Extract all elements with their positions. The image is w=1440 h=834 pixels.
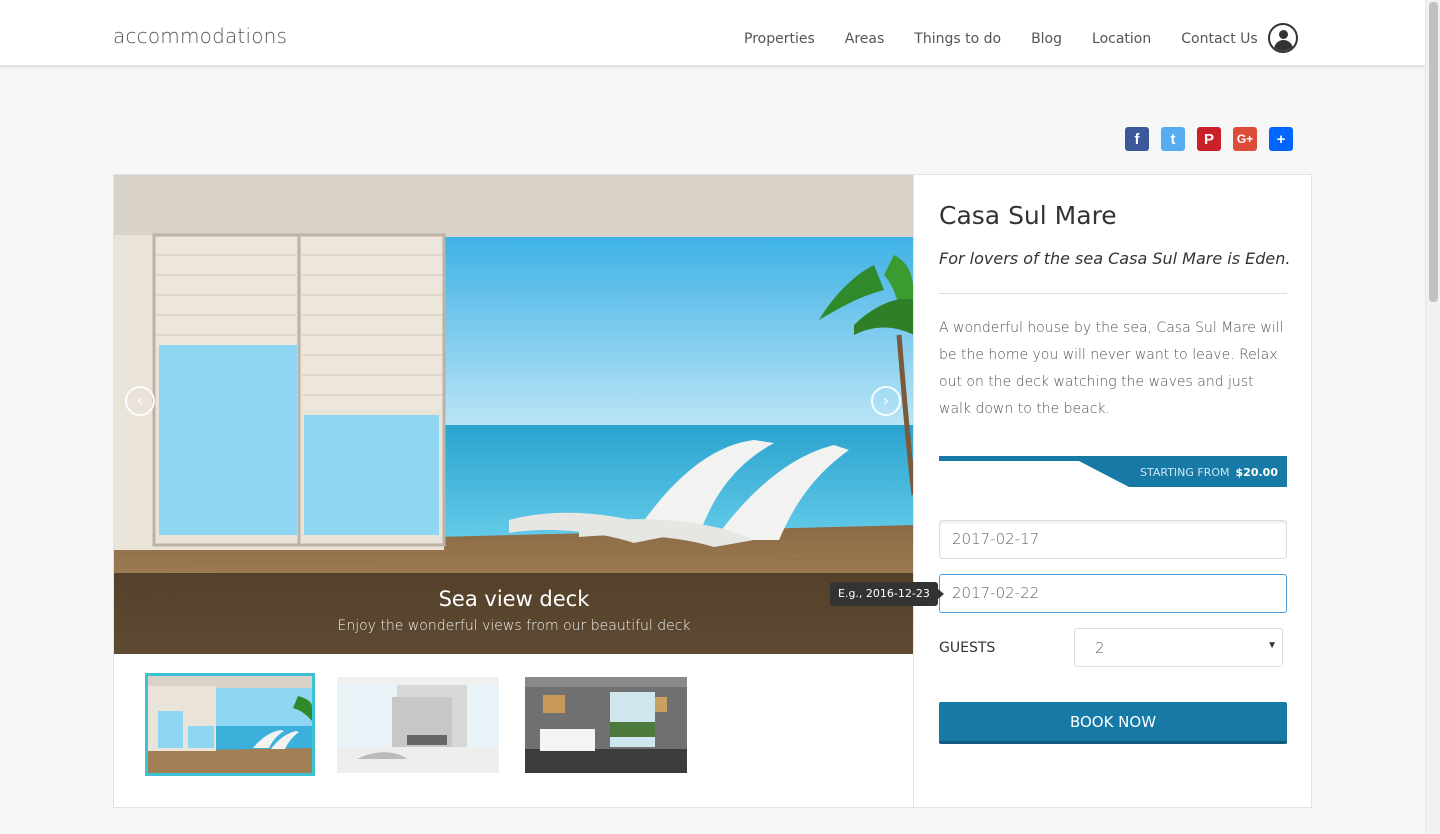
thumbnail-bedroom-image [525, 677, 687, 773]
price-text: STARTING FROM $20.00 [1140, 466, 1278, 479]
nav-blog[interactable]: Blog [1031, 31, 1062, 47]
guests-value: 2 [1095, 639, 1105, 657]
facebook-icon[interactable]: f [1125, 127, 1149, 151]
image-slider[interactable]: Sea view deck Enjoy the wonderful views … [114, 175, 914, 654]
share-plus-icon[interactable]: + [1269, 127, 1293, 151]
guests-select[interactable]: 2 ▼ [1074, 628, 1283, 667]
price-banner: STARTING FROM $20.00 [939, 456, 1287, 487]
thumbnail-deck-image [148, 676, 312, 773]
twitter-icon[interactable]: t [1161, 127, 1185, 151]
nav-location[interactable]: Location [1092, 31, 1151, 47]
user-account-icon[interactable] [1268, 23, 1298, 53]
brand-logo[interactable]: accommodations [113, 24, 287, 48]
panel-divider [913, 175, 914, 809]
main-nav: Properties Areas Things to do Blog Locat… [744, 31, 1258, 47]
caption-title: Sea view deck [438, 587, 590, 611]
nav-contact-us[interactable]: Contact Us [1181, 31, 1257, 47]
date-format-tooltip: E.g., 2016-12-23 [830, 582, 944, 606]
property-card: Sea view deck Enjoy the wonderful views … [113, 174, 1312, 809]
scrollbar-thumb[interactable] [1429, 2, 1438, 302]
guests-label: GUESTS [939, 640, 996, 656]
dropdown-caret-icon: ▼ [1267, 640, 1277, 651]
caption-text: Enjoy the wonderful views from our beaut… [337, 618, 691, 634]
thumbnail-strip [145, 673, 713, 776]
nav-areas[interactable]: Areas [845, 31, 885, 47]
thumbnail-living-room[interactable] [337, 677, 499, 773]
thumbnail-bedroom[interactable] [525, 677, 687, 773]
google-plus-icon[interactable]: G+ [1233, 127, 1257, 151]
property-tagline: For lovers of the sea Casa Sul Mare is E… [939, 249, 1291, 268]
thumbnail-living-room-image [337, 677, 499, 773]
property-description: A wonderful house by the sea, Casa Sul M… [939, 320, 1284, 417]
user-head-shape [1279, 30, 1288, 39]
thumbnail-deck[interactable] [145, 673, 315, 776]
price-value: $20.00 [1235, 466, 1278, 479]
user-body-shape [1274, 40, 1293, 51]
slide-caption: Sea view deck Enjoy the wonderful views … [114, 573, 914, 654]
section-divider [939, 293, 1287, 294]
nav-properties[interactable]: Properties [744, 31, 815, 47]
book-now-button[interactable]: BOOK NOW [939, 702, 1287, 744]
prev-arrow-icon[interactable]: ‹ [125, 386, 155, 416]
nav-things-to-do[interactable]: Things to do [914, 31, 1001, 47]
checkout-date-input[interactable]: 2017-02-22 [939, 574, 1287, 613]
page-scrollbar[interactable] [1425, 0, 1440, 834]
price-label: STARTING FROM [1140, 466, 1230, 479]
checkin-date-input[interactable]: 2017-02-17 [939, 520, 1287, 559]
property-title: Casa Sul Mare [939, 201, 1117, 230]
next-arrow-icon[interactable]: › [871, 386, 901, 416]
share-bar: f t P G+ + [1125, 127, 1293, 151]
pinterest-icon[interactable]: P [1197, 127, 1221, 151]
site-header: accommodations Properties Areas Things t… [0, 0, 1425, 67]
